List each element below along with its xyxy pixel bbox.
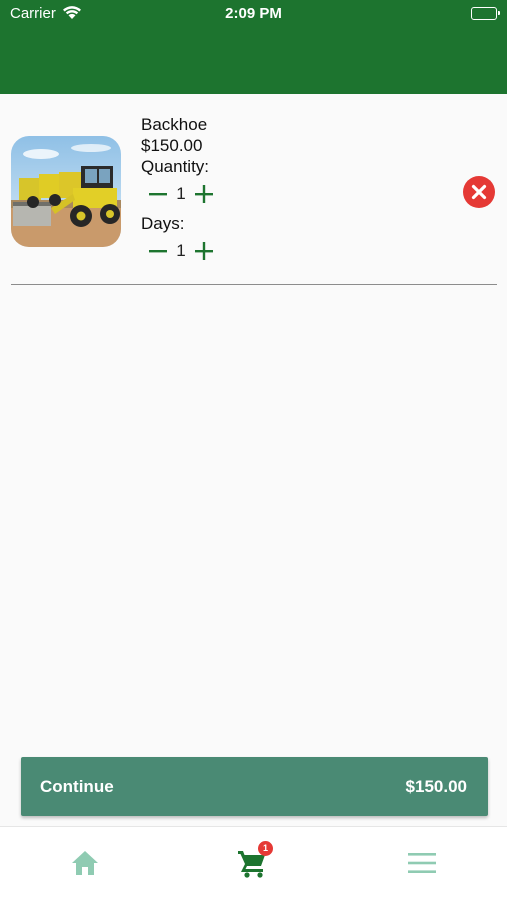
quantity-label: Quantity:	[141, 157, 210, 176]
status-bar: Carrier 2:09 PM	[0, 0, 507, 28]
cart-badge: 1	[258, 841, 273, 856]
days-plus-icon[interactable]	[194, 241, 214, 261]
continue-label: Continue	[40, 777, 114, 796]
quantity-minus-icon[interactable]	[148, 184, 168, 204]
item-divider	[11, 284, 497, 285]
days-label: Days:	[141, 214, 185, 233]
quantity-stepper: 1	[148, 182, 214, 206]
close-icon	[471, 184, 487, 200]
days-value: 1	[176, 241, 186, 260]
home-icon[interactable]	[69, 847, 101, 879]
item-details: Backhoe $150.00 Quantity: Days:	[141, 114, 209, 234]
cart-item: Backhoe $150.00 Quantity: Days: 1 1	[0, 94, 507, 286]
bottom-navigation: 1	[0, 826, 507, 900]
battery-icon	[471, 7, 500, 20]
cart-total: $150.00	[405, 777, 467, 796]
quantity-value: 1	[176, 184, 186, 203]
remove-item-button[interactable]	[463, 176, 495, 208]
app-bar: Carrier 2:09 PM	[0, 0, 507, 94]
clock: 2:09 PM	[225, 5, 282, 22]
quantity-plus-icon[interactable]	[194, 184, 214, 204]
days-stepper: 1	[148, 239, 214, 263]
continue-button[interactable]: Continue $150.00	[21, 757, 488, 816]
item-price: $150.00	[141, 136, 203, 155]
item-name: Backhoe	[141, 115, 208, 134]
backhoe-photo	[11, 136, 121, 247]
menu-icon[interactable]	[406, 847, 438, 879]
cart-icon[interactable]: 1	[236, 841, 273, 879]
days-minus-icon[interactable]	[148, 241, 168, 261]
